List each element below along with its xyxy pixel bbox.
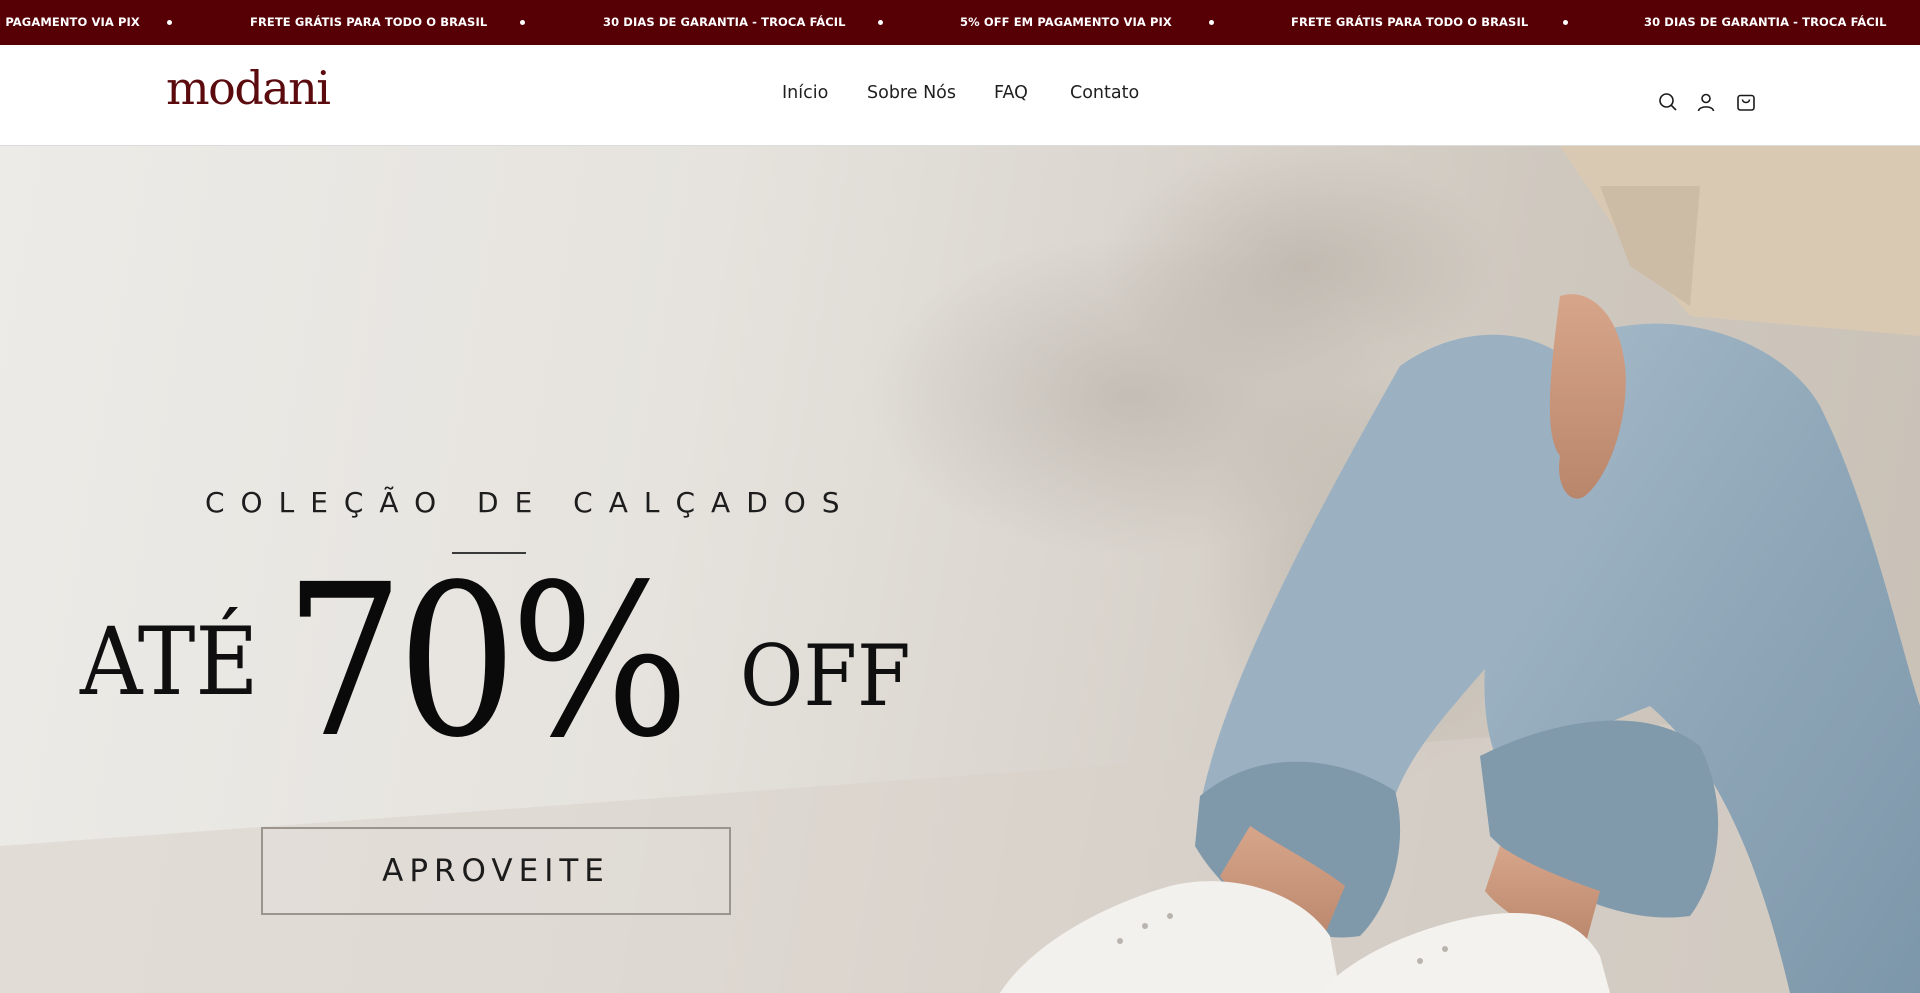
announcement-item: 5% OFF EM PAGAMENTO VIA PIX bbox=[0, 15, 140, 29]
nav-link-contato[interactable]: Contato bbox=[1070, 83, 1139, 103]
announcement-separator bbox=[167, 20, 172, 25]
announcement-bar: 5% OFF EM PAGAMENTO VIA PIX FRETE GRÁTIS… bbox=[0, 0, 1920, 45]
hero-banner: COLEÇÃO DE CALÇADOS ATÉ 70% OFF APROVEIT… bbox=[0, 146, 1920, 993]
announcement-separator bbox=[520, 20, 525, 25]
announcement-item: 30 DIAS DE GARANTIA - TROCA FÁCIL bbox=[1644, 15, 1887, 29]
site-logo[interactable]: modani bbox=[166, 65, 331, 111]
search-icon[interactable] bbox=[1656, 90, 1680, 114]
hero-discount: 70% bbox=[284, 539, 690, 784]
announcement-separator bbox=[878, 20, 883, 25]
nav-link-sobre-nos[interactable]: Sobre Nós bbox=[867, 83, 956, 103]
nav-link-inicio[interactable]: Início bbox=[782, 83, 828, 103]
nav-link-faq[interactable]: FAQ bbox=[994, 83, 1028, 103]
announcement-item: 5% OFF EM PAGAMENTO VIA PIX bbox=[960, 15, 1172, 29]
announcement-item: FRETE GRÁTIS PARA TODO O BRASIL bbox=[250, 15, 488, 29]
hero-eyebrow: COLEÇÃO DE CALÇADOS bbox=[205, 486, 856, 519]
announcement-item: 30 DIAS DE GARANTIA - TROCA FÁCIL bbox=[603, 15, 846, 29]
announcement-separator bbox=[1209, 20, 1214, 25]
aproveite-button[interactable]: APROVEITE bbox=[261, 827, 731, 915]
announcement-separator bbox=[1563, 20, 1568, 25]
account-icon[interactable] bbox=[1694, 90, 1718, 114]
announcement-item: FRETE GRÁTIS PARA TODO O BRASIL bbox=[1291, 15, 1529, 29]
hero-prefix: ATÉ bbox=[80, 608, 259, 717]
hero-suffix: OFF bbox=[740, 627, 911, 725]
cart-icon[interactable] bbox=[1734, 90, 1758, 114]
site-header: modani Início Sobre Nós FAQ Contato bbox=[0, 45, 1920, 146]
